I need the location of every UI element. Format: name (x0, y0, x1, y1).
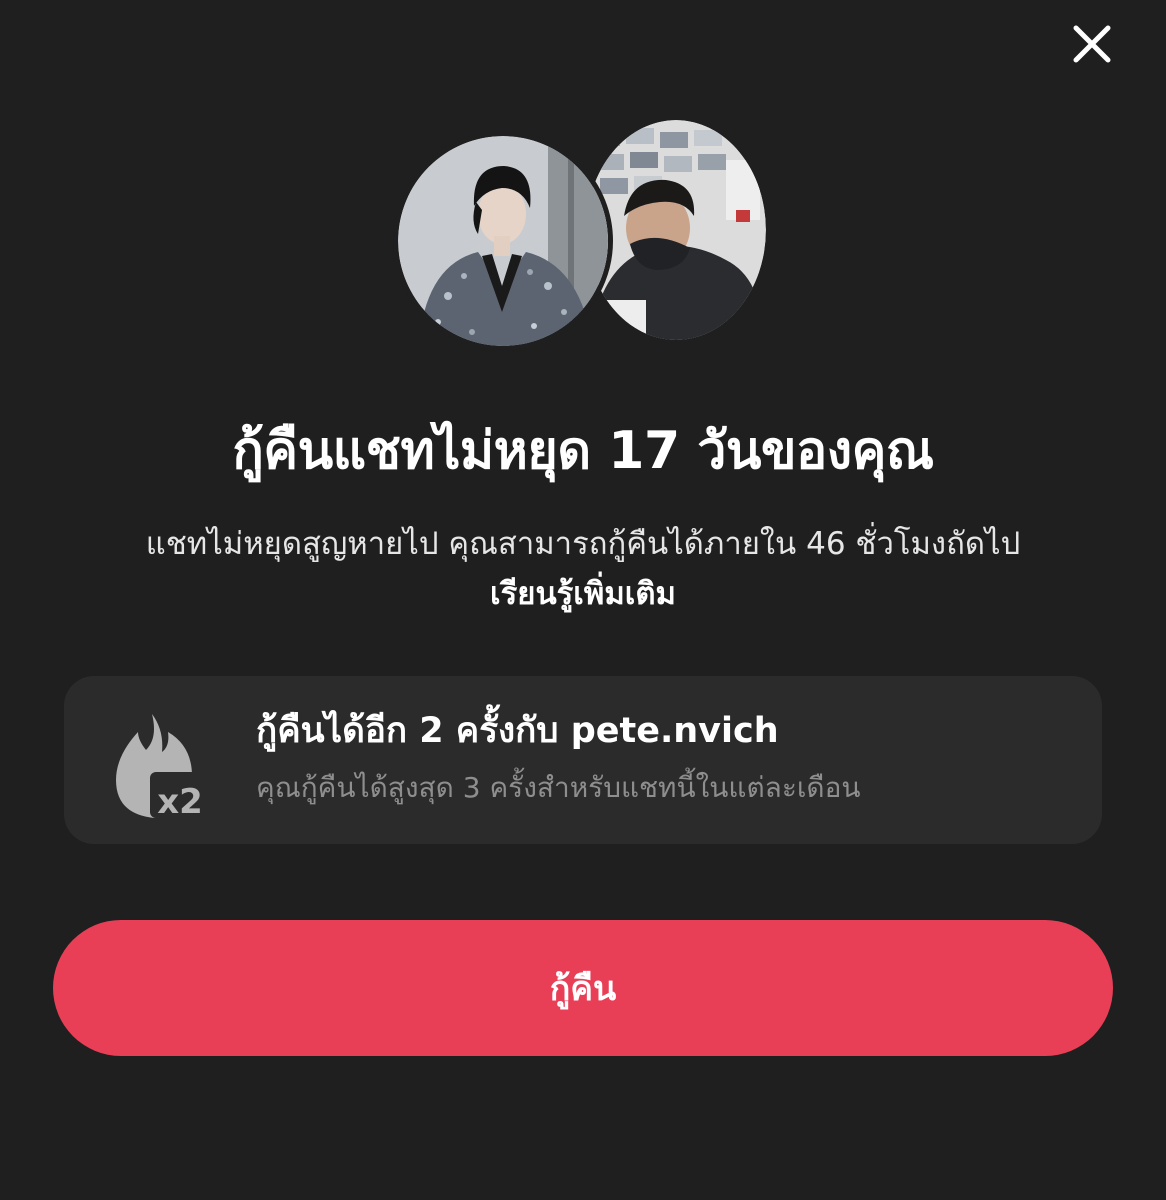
avatar-friend (586, 120, 766, 340)
restore-streak-sheet: กู้คืนแชทไม่หยุด 17 วันของคุณ แชทไม่หยุด… (0, 0, 1166, 1200)
restore-button-label: กู้คืน (549, 969, 617, 1009)
avatar-user (393, 131, 613, 351)
restore-limit-text: คุณกู้คืนได้สูงสุด 3 ครั้งสำหรับแชทนี้ใน… (256, 771, 861, 804)
learn-more-link[interactable]: เรียนรู้เพิ่มเติม (0, 570, 1166, 618)
restore-count-title: กู้คืนได้อีก 2 ครั้งกับ pete.nvich (256, 711, 779, 751)
svg-text:x2: x2 (157, 782, 203, 820)
close-icon (1073, 25, 1111, 63)
restore-button[interactable]: กู้คืน (53, 920, 1113, 1056)
restore-count-card: x2 กู้คืนได้อีก 2 ครั้งกับ pete.nvich คุ… (64, 676, 1102, 844)
flame-x2-icon: x2 (116, 710, 212, 822)
close-button[interactable] (1062, 14, 1122, 74)
restore-deadline-text: แชทไม่หยุดสูญหายไป คุณสามารถกู้คืนได้ภาย… (145, 526, 1021, 562)
avatar-pair (393, 118, 770, 351)
page-title: กู้คืนแชทไม่หยุด 17 วันของคุณ (232, 421, 934, 481)
